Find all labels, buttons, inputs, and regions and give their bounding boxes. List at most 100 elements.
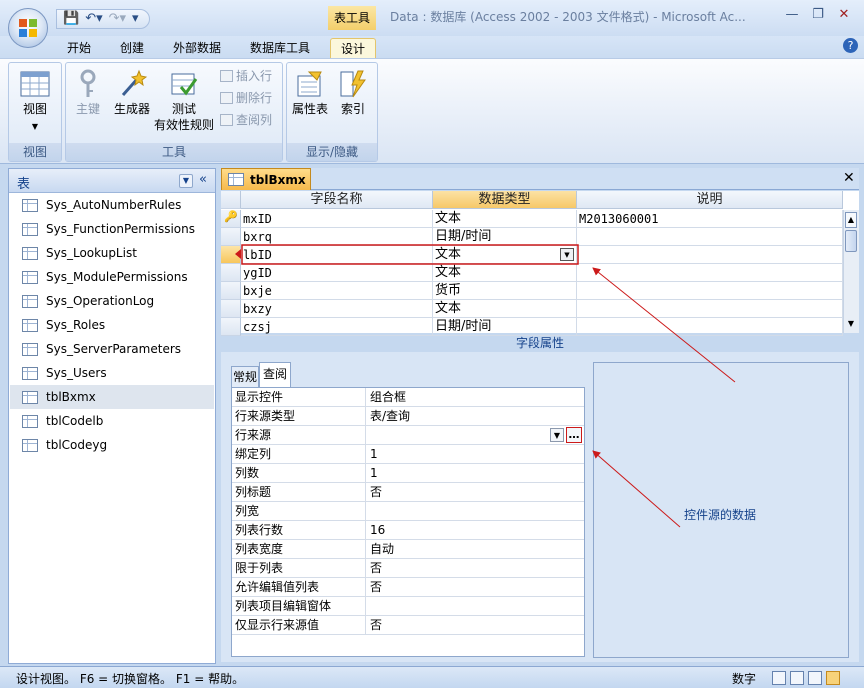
tab-database-tools[interactable]: 数据库工具 (242, 38, 318, 60)
property-row[interactable]: 列宽 (232, 502, 584, 521)
scroll-up-icon[interactable]: ▲ (845, 212, 857, 228)
field-name-cell[interactable]: mxID (241, 210, 433, 228)
grid-corner[interactable] (221, 191, 241, 209)
view-button[interactable]: 视图 ▼ (14, 69, 56, 135)
property-row[interactable]: 行来源类型 表/查询 (232, 407, 584, 426)
property-value[interactable]: 否 (367, 578, 583, 597)
close-window-icon[interactable]: ✕ (834, 6, 854, 24)
property-row[interactable]: 列表宽度 自动 (232, 540, 584, 559)
row-source-builder-button[interactable]: … (566, 427, 582, 443)
data-type-dropdown-icon[interactable]: ▼ (560, 248, 574, 261)
scroll-thumb[interactable] (845, 230, 857, 252)
minimize-icon[interactable]: — (782, 6, 802, 24)
description-cell[interactable]: M2013060001 (577, 210, 843, 228)
data-type-cell[interactable]: 文本 ▼ (433, 246, 577, 264)
tab-external-data[interactable]: 外部数据 (166, 38, 228, 60)
data-type-cell[interactable]: 文本 (433, 264, 577, 282)
property-value[interactable] (367, 502, 583, 521)
close-document-icon[interactable]: ✕ (843, 170, 855, 186)
redo-icon[interactable]: ↷▾ (109, 11, 126, 27)
field-name-cell[interactable]: bxje (241, 282, 433, 300)
property-value[interactable]: 组合框 (367, 388, 583, 407)
property-sheet-button[interactable]: 属性表 (289, 69, 331, 117)
row-selector[interactable] (221, 246, 241, 264)
nav-item[interactable]: Sys_LookupList (10, 241, 214, 265)
pivot-chart-status-icon[interactable] (808, 671, 822, 685)
grid-vertical-scrollbar[interactable]: ▲ ▼ (843, 210, 859, 333)
property-row[interactable]: 列表行数 16 (232, 521, 584, 540)
builder-button[interactable]: 生成器 (110, 69, 154, 117)
restore-icon[interactable]: ❐ (808, 6, 828, 24)
data-type-cell[interactable]: 文本 (433, 210, 577, 228)
customize-qat-icon[interactable]: ▾ (132, 11, 139, 27)
property-row[interactable]: 列表项目编辑窗体 (232, 597, 584, 616)
tab-tblBxmx[interactable]: tblBxmx (221, 168, 311, 190)
property-value[interactable]: 1 (367, 464, 583, 483)
property-value[interactable]: 否 (367, 616, 583, 635)
description-cell[interactable] (577, 246, 843, 264)
nav-item[interactable]: Sys_ModulePermissions (10, 265, 214, 289)
nav-item[interactable]: Sys_Users (10, 361, 214, 385)
test-validation-rules-button[interactable]: 测试 有效性规则 (152, 69, 216, 133)
property-row[interactable]: 显示控件 组合框 (232, 388, 584, 407)
field-name-cell[interactable]: bxzy (241, 300, 433, 318)
nav-pane-menu-icon[interactable]: ▼ (179, 174, 193, 188)
description-cell[interactable] (577, 282, 843, 300)
tab-create[interactable]: 创建 (112, 38, 152, 60)
tab-lookup[interactable]: 查阅 (259, 362, 291, 388)
row-source-dropdown-icon[interactable]: ▼ (550, 428, 564, 442)
property-row[interactable]: 行来源 ▼… (232, 426, 584, 445)
property-row[interactable]: 列数 1 (232, 464, 584, 483)
nav-item[interactable]: Sys_Roles (10, 313, 214, 337)
tab-general[interactable]: 常规 (231, 366, 259, 388)
column-header-data-type[interactable]: 数据类型 (433, 191, 577, 209)
description-cell[interactable] (577, 228, 843, 246)
property-value[interactable]: 表/查询 (367, 407, 583, 426)
property-value[interactable] (367, 597, 583, 616)
description-cell[interactable] (577, 264, 843, 282)
nav-item[interactable]: tblBxmx (10, 385, 214, 409)
nav-item[interactable]: tblCodelb (10, 409, 214, 433)
property-row[interactable]: 限于列表否 (232, 559, 584, 578)
property-row[interactable]: 列标题否 (232, 483, 584, 502)
delete-row-button[interactable]: 删除行 (220, 89, 272, 107)
nav-item[interactable]: Sys_ServerParameters (10, 337, 214, 361)
row-selector[interactable] (221, 300, 241, 318)
row-selector[interactable]: 🔑 (221, 210, 241, 228)
row-selector[interactable] (221, 264, 241, 282)
nav-item[interactable]: Sys_OperationLog (10, 289, 214, 313)
nav-item[interactable]: Sys_AutoNumberRules (10, 193, 214, 217)
property-row[interactable]: 绑定列 1 (232, 445, 584, 464)
tab-home[interactable]: 开始 (60, 38, 98, 60)
data-type-cell[interactable]: 货币 (433, 282, 577, 300)
office-button[interactable] (8, 8, 48, 48)
help-icon[interactable]: ? (843, 38, 858, 53)
primary-key-button[interactable]: 主键 (70, 69, 106, 117)
field-name-cell[interactable]: bxrq (241, 228, 433, 246)
insert-row-button[interactable]: 插入行 (220, 67, 272, 85)
undo-icon[interactable]: ↶▾ (85, 11, 102, 27)
data-type-cell[interactable]: 文本 (433, 300, 577, 318)
property-row[interactable]: 允许编辑值列表否 (232, 578, 584, 597)
design-view-status-icon[interactable] (826, 671, 840, 685)
property-value[interactable]: 1 (367, 445, 583, 464)
field-name-cell[interactable]: lbID (241, 246, 433, 264)
nav-pane-collapse-icon[interactable]: « (199, 172, 207, 187)
description-cell[interactable] (577, 300, 843, 318)
tab-design[interactable]: 设计 (330, 38, 376, 60)
column-header-description[interactable]: 说明 (577, 191, 843, 209)
save-icon[interactable]: 💾 (63, 11, 79, 27)
property-value[interactable]: 否 (367, 559, 583, 578)
pivot-table-status-icon[interactable] (790, 671, 804, 685)
property-value[interactable]: 否 (367, 483, 583, 502)
scroll-down-icon[interactable]: ▼ (845, 317, 857, 331)
lookup-column-button[interactable]: 查阅列 (220, 111, 272, 129)
indexes-button[interactable]: 索引 (335, 69, 371, 117)
nav-item[interactable]: Sys_FunctionPermissions (10, 217, 214, 241)
field-name-cell[interactable]: ygID (241, 264, 433, 282)
row-selector[interactable] (221, 228, 241, 246)
property-row[interactable]: 仅显示行来源值否 (232, 616, 584, 635)
row-selector[interactable] (221, 282, 241, 300)
property-value[interactable]: 自动 (367, 540, 583, 559)
nav-item[interactable]: tblCodeyg (10, 433, 214, 457)
